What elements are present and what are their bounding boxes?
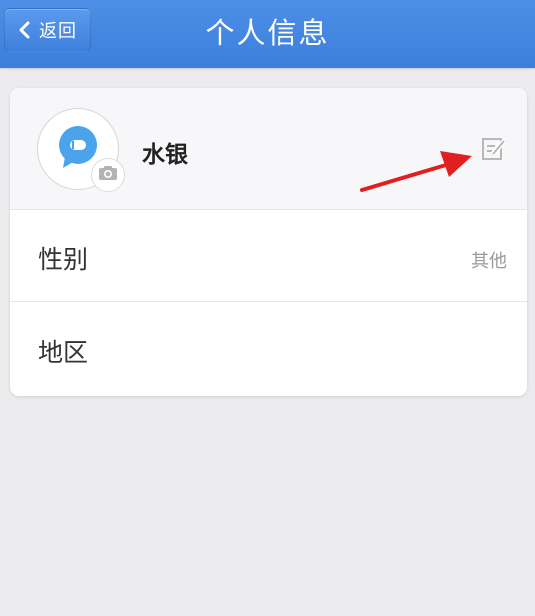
- region-label: 地区: [38, 338, 89, 367]
- nickname: 水银: [142, 142, 188, 168]
- page-title: 个人信息: [205, 16, 330, 50]
- edit-nickname-button[interactable]: [478, 135, 510, 167]
- camera-icon: [98, 165, 118, 185]
- gender-label: 性别: [38, 245, 89, 274]
- gender-value: 其他: [471, 251, 507, 272]
- region-row[interactable]: 地区: [10, 303, 527, 395]
- edit-icon: [480, 135, 508, 167]
- gender-row[interactable]: 性别 其他: [10, 210, 527, 302]
- top-nav-bar: 返回 个人信息: [0, 0, 535, 68]
- change-avatar-button[interactable]: [91, 158, 125, 192]
- profile-row: 水银: [10, 88, 527, 210]
- profile-card: 水银 性别 其他 地区: [10, 88, 527, 396]
